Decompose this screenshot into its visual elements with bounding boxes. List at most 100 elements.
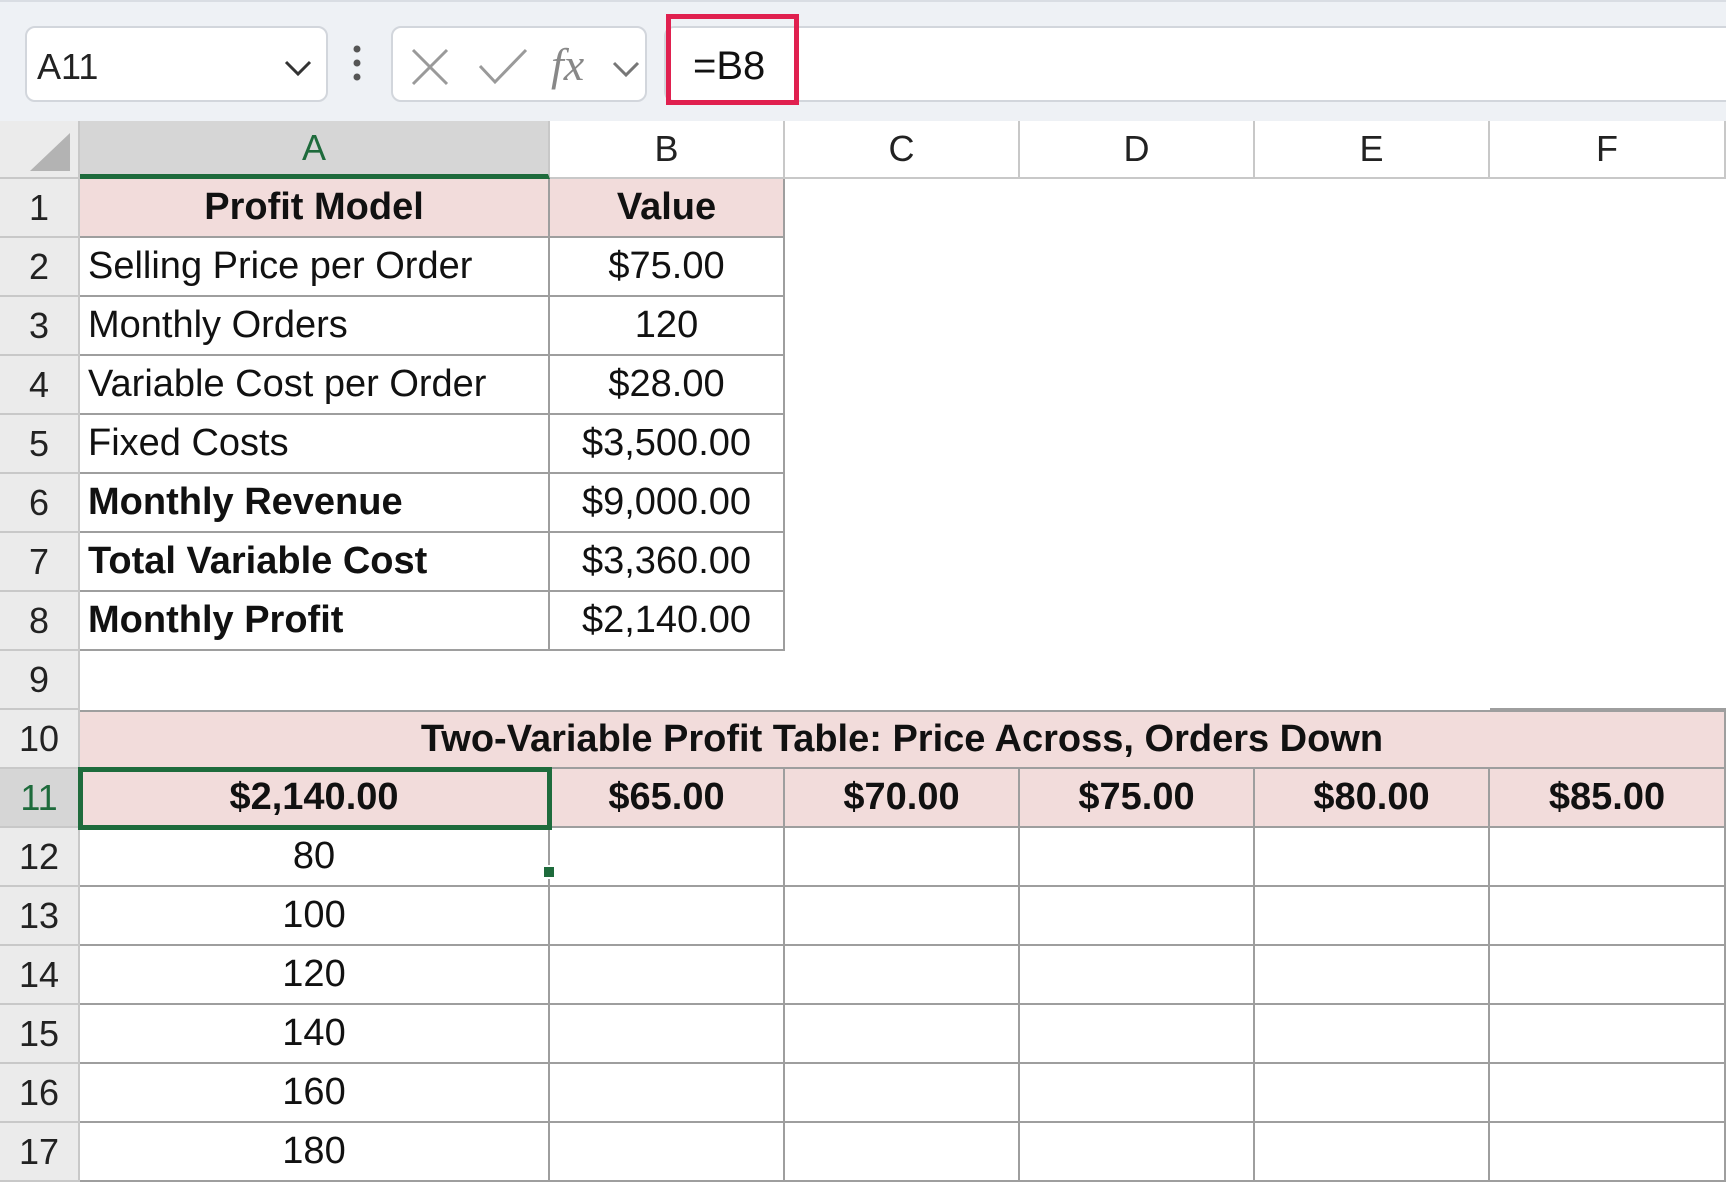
result-cell[interactable] bbox=[550, 887, 785, 946]
cell-c3[interactable] bbox=[785, 297, 1020, 356]
cell-d4[interactable] bbox=[1020, 356, 1255, 415]
cell-f1[interactable] bbox=[1490, 179, 1726, 238]
chevron-down-icon[interactable] bbox=[611, 58, 641, 80]
cell-a7[interactable]: Total Variable Cost bbox=[80, 533, 550, 592]
name-box[interactable]: A11 bbox=[25, 26, 328, 102]
cell-c8[interactable] bbox=[785, 592, 1020, 651]
result-cell[interactable] bbox=[785, 828, 1020, 887]
column-header-a[interactable]: A bbox=[80, 121, 550, 179]
result-cell[interactable] bbox=[1490, 887, 1726, 946]
row-header[interactable]: 17 bbox=[0, 1123, 80, 1182]
row-header[interactable]: 12 bbox=[0, 828, 80, 887]
cell-e5[interactable] bbox=[1255, 415, 1490, 474]
result-cell[interactable] bbox=[550, 1064, 785, 1123]
cell-f6[interactable] bbox=[1490, 474, 1726, 533]
result-cell[interactable] bbox=[550, 1005, 785, 1064]
cell-d2[interactable] bbox=[1020, 238, 1255, 297]
orders-cell[interactable]: 80 bbox=[80, 828, 550, 887]
cell-f2[interactable] bbox=[1490, 238, 1726, 297]
result-cell[interactable] bbox=[785, 946, 1020, 1005]
result-cell[interactable] bbox=[785, 1123, 1020, 1182]
row-header[interactable]: 2 bbox=[0, 238, 80, 297]
cell-f4[interactable] bbox=[1490, 356, 1726, 415]
column-header-e[interactable]: E bbox=[1255, 121, 1490, 179]
cell-d6[interactable] bbox=[1020, 474, 1255, 533]
result-cell[interactable] bbox=[1020, 887, 1255, 946]
row-header[interactable]: 6 bbox=[0, 474, 80, 533]
column-header-f[interactable]: F bbox=[1490, 121, 1726, 179]
result-cell[interactable] bbox=[1490, 1123, 1726, 1182]
result-cell[interactable] bbox=[1255, 887, 1490, 946]
cell-d1[interactable] bbox=[1020, 179, 1255, 238]
row-header[interactable]: 13 bbox=[0, 887, 80, 946]
orders-cell[interactable]: 120 bbox=[80, 946, 550, 1005]
cell-c7[interactable] bbox=[785, 533, 1020, 592]
result-cell[interactable] bbox=[550, 828, 785, 887]
cell-b9[interactable] bbox=[550, 651, 785, 710]
cell-a2[interactable]: Selling Price per Order bbox=[80, 238, 550, 297]
column-header-b[interactable]: B bbox=[550, 121, 785, 179]
row-header[interactable]: 5 bbox=[0, 415, 80, 474]
result-cell[interactable] bbox=[1255, 1005, 1490, 1064]
data-table-title[interactable]: Two-Variable Profit Table: Price Across,… bbox=[80, 710, 1726, 769]
cell-f5[interactable] bbox=[1490, 415, 1726, 474]
result-cell[interactable] bbox=[1490, 946, 1726, 1005]
cell-c4[interactable] bbox=[785, 356, 1020, 415]
price-header[interactable]: $75.00 bbox=[1020, 769, 1255, 828]
cell-a5[interactable]: Fixed Costs bbox=[80, 415, 550, 474]
result-cell[interactable] bbox=[1020, 946, 1255, 1005]
result-cell[interactable] bbox=[1490, 828, 1726, 887]
result-cell[interactable] bbox=[1020, 828, 1255, 887]
price-header[interactable]: $65.00 bbox=[550, 769, 785, 828]
price-header[interactable]: $80.00 bbox=[1255, 769, 1490, 828]
column-header-d[interactable]: D bbox=[1020, 121, 1255, 179]
cell-a4[interactable]: Variable Cost per Order bbox=[80, 356, 550, 415]
cell-b6[interactable]: $9,000.00 bbox=[550, 474, 785, 533]
cell-a9[interactable] bbox=[80, 651, 550, 710]
cell-d8[interactable] bbox=[1020, 592, 1255, 651]
cell-e7[interactable] bbox=[1255, 533, 1490, 592]
cell-f8[interactable] bbox=[1490, 592, 1726, 651]
cell-e9[interactable] bbox=[1255, 651, 1490, 710]
cell-b7[interactable]: $3,360.00 bbox=[550, 533, 785, 592]
cell-a11[interactable]: $2,140.00 bbox=[78, 767, 552, 830]
row-header[interactable]: 4 bbox=[0, 356, 80, 415]
cell-d7[interactable] bbox=[1020, 533, 1255, 592]
result-cell[interactable] bbox=[785, 1005, 1020, 1064]
cell-f3[interactable] bbox=[1490, 297, 1726, 356]
result-cell[interactable] bbox=[1020, 1005, 1255, 1064]
cell-d5[interactable] bbox=[1020, 415, 1255, 474]
row-header[interactable]: 9 bbox=[0, 651, 80, 710]
cell-f9[interactable] bbox=[1490, 651, 1726, 710]
select-all-corner[interactable] bbox=[0, 121, 80, 179]
price-header[interactable]: $85.00 bbox=[1490, 769, 1726, 828]
cell-c9[interactable] bbox=[785, 651, 1020, 710]
result-cell[interactable] bbox=[1255, 1123, 1490, 1182]
cell-c1[interactable] bbox=[785, 179, 1020, 238]
more-options-icon[interactable] bbox=[350, 44, 364, 84]
row-header[interactable]: 14 bbox=[0, 946, 80, 1005]
result-cell[interactable] bbox=[550, 946, 785, 1005]
chevron-down-icon[interactable] bbox=[282, 56, 314, 80]
cell-e4[interactable] bbox=[1255, 356, 1490, 415]
cell-b5[interactable]: $3,500.00 bbox=[550, 415, 785, 474]
orders-cell[interactable]: 160 bbox=[80, 1064, 550, 1123]
cell-b4[interactable]: $28.00 bbox=[550, 356, 785, 415]
result-cell[interactable] bbox=[1490, 1005, 1726, 1064]
row-header[interactable]: 3 bbox=[0, 297, 80, 356]
cell-b8[interactable]: $2,140.00 bbox=[550, 592, 785, 651]
result-cell[interactable] bbox=[1020, 1123, 1255, 1182]
cell-e1[interactable] bbox=[1255, 179, 1490, 238]
cell-d9[interactable] bbox=[1020, 651, 1255, 710]
row-header[interactable]: 1 bbox=[0, 179, 80, 238]
cell-f7[interactable] bbox=[1490, 533, 1726, 592]
row-header[interactable]: 16 bbox=[0, 1064, 80, 1123]
cell-b3[interactable]: 120 bbox=[550, 297, 785, 356]
cell-d3[interactable] bbox=[1020, 297, 1255, 356]
result-cell[interactable] bbox=[1490, 1064, 1726, 1123]
row-header[interactable]: 10 bbox=[0, 710, 80, 769]
cell-b1[interactable]: Value bbox=[550, 179, 785, 238]
result-cell[interactable] bbox=[1020, 1064, 1255, 1123]
orders-cell[interactable]: 100 bbox=[80, 887, 550, 946]
enter-check-icon[interactable] bbox=[477, 46, 529, 88]
